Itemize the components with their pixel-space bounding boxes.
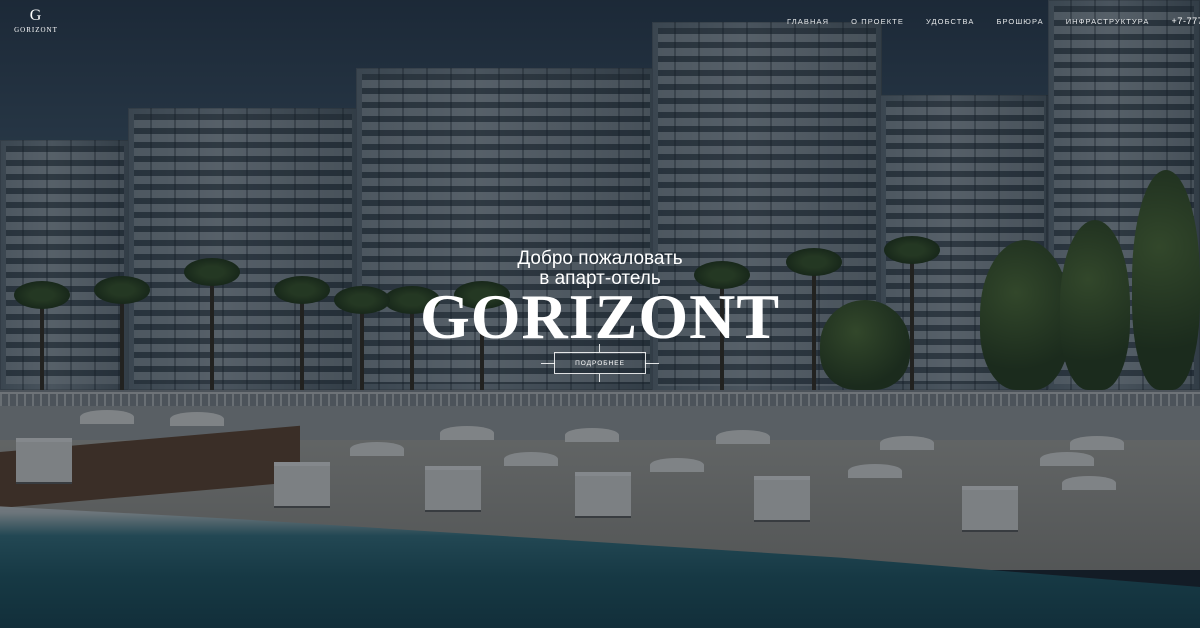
nav-item-home[interactable]: ГЛАВНАЯ: [787, 17, 829, 26]
nav-item-infrastructure[interactable]: ИНФРАСТРУКТУРА: [1066, 17, 1150, 26]
hero-title: GORIZONT: [419, 281, 781, 352]
logo-text: GORIZONT: [14, 26, 58, 34]
nav-item-brochure[interactable]: БРОШЮРА: [996, 17, 1043, 26]
more-button[interactable]: ПОДРОБНЕЕ: [541, 344, 659, 382]
phone-link[interactable]: +7-777-111-11-11: [1172, 16, 1200, 26]
logo[interactable]: G GORIZONT: [14, 7, 58, 35]
more-button-label: ПОДРОБНЕЕ: [575, 359, 625, 367]
logo-mark: G: [29, 7, 43, 24]
button-decoration: [599, 374, 600, 382]
hero-subtitle-line1: Добро пожаловать: [517, 248, 683, 269]
button-decoration: [599, 344, 600, 352]
main-nav: ГЛАВНАЯ О ПРОЕКТЕ УДОБСТВА БРОШЮРА ИНФРА…: [787, 16, 1200, 26]
nav-item-about[interactable]: О ПРОЕКТЕ: [851, 17, 904, 26]
nav-item-amenities[interactable]: УДОБСТВА: [926, 17, 974, 26]
